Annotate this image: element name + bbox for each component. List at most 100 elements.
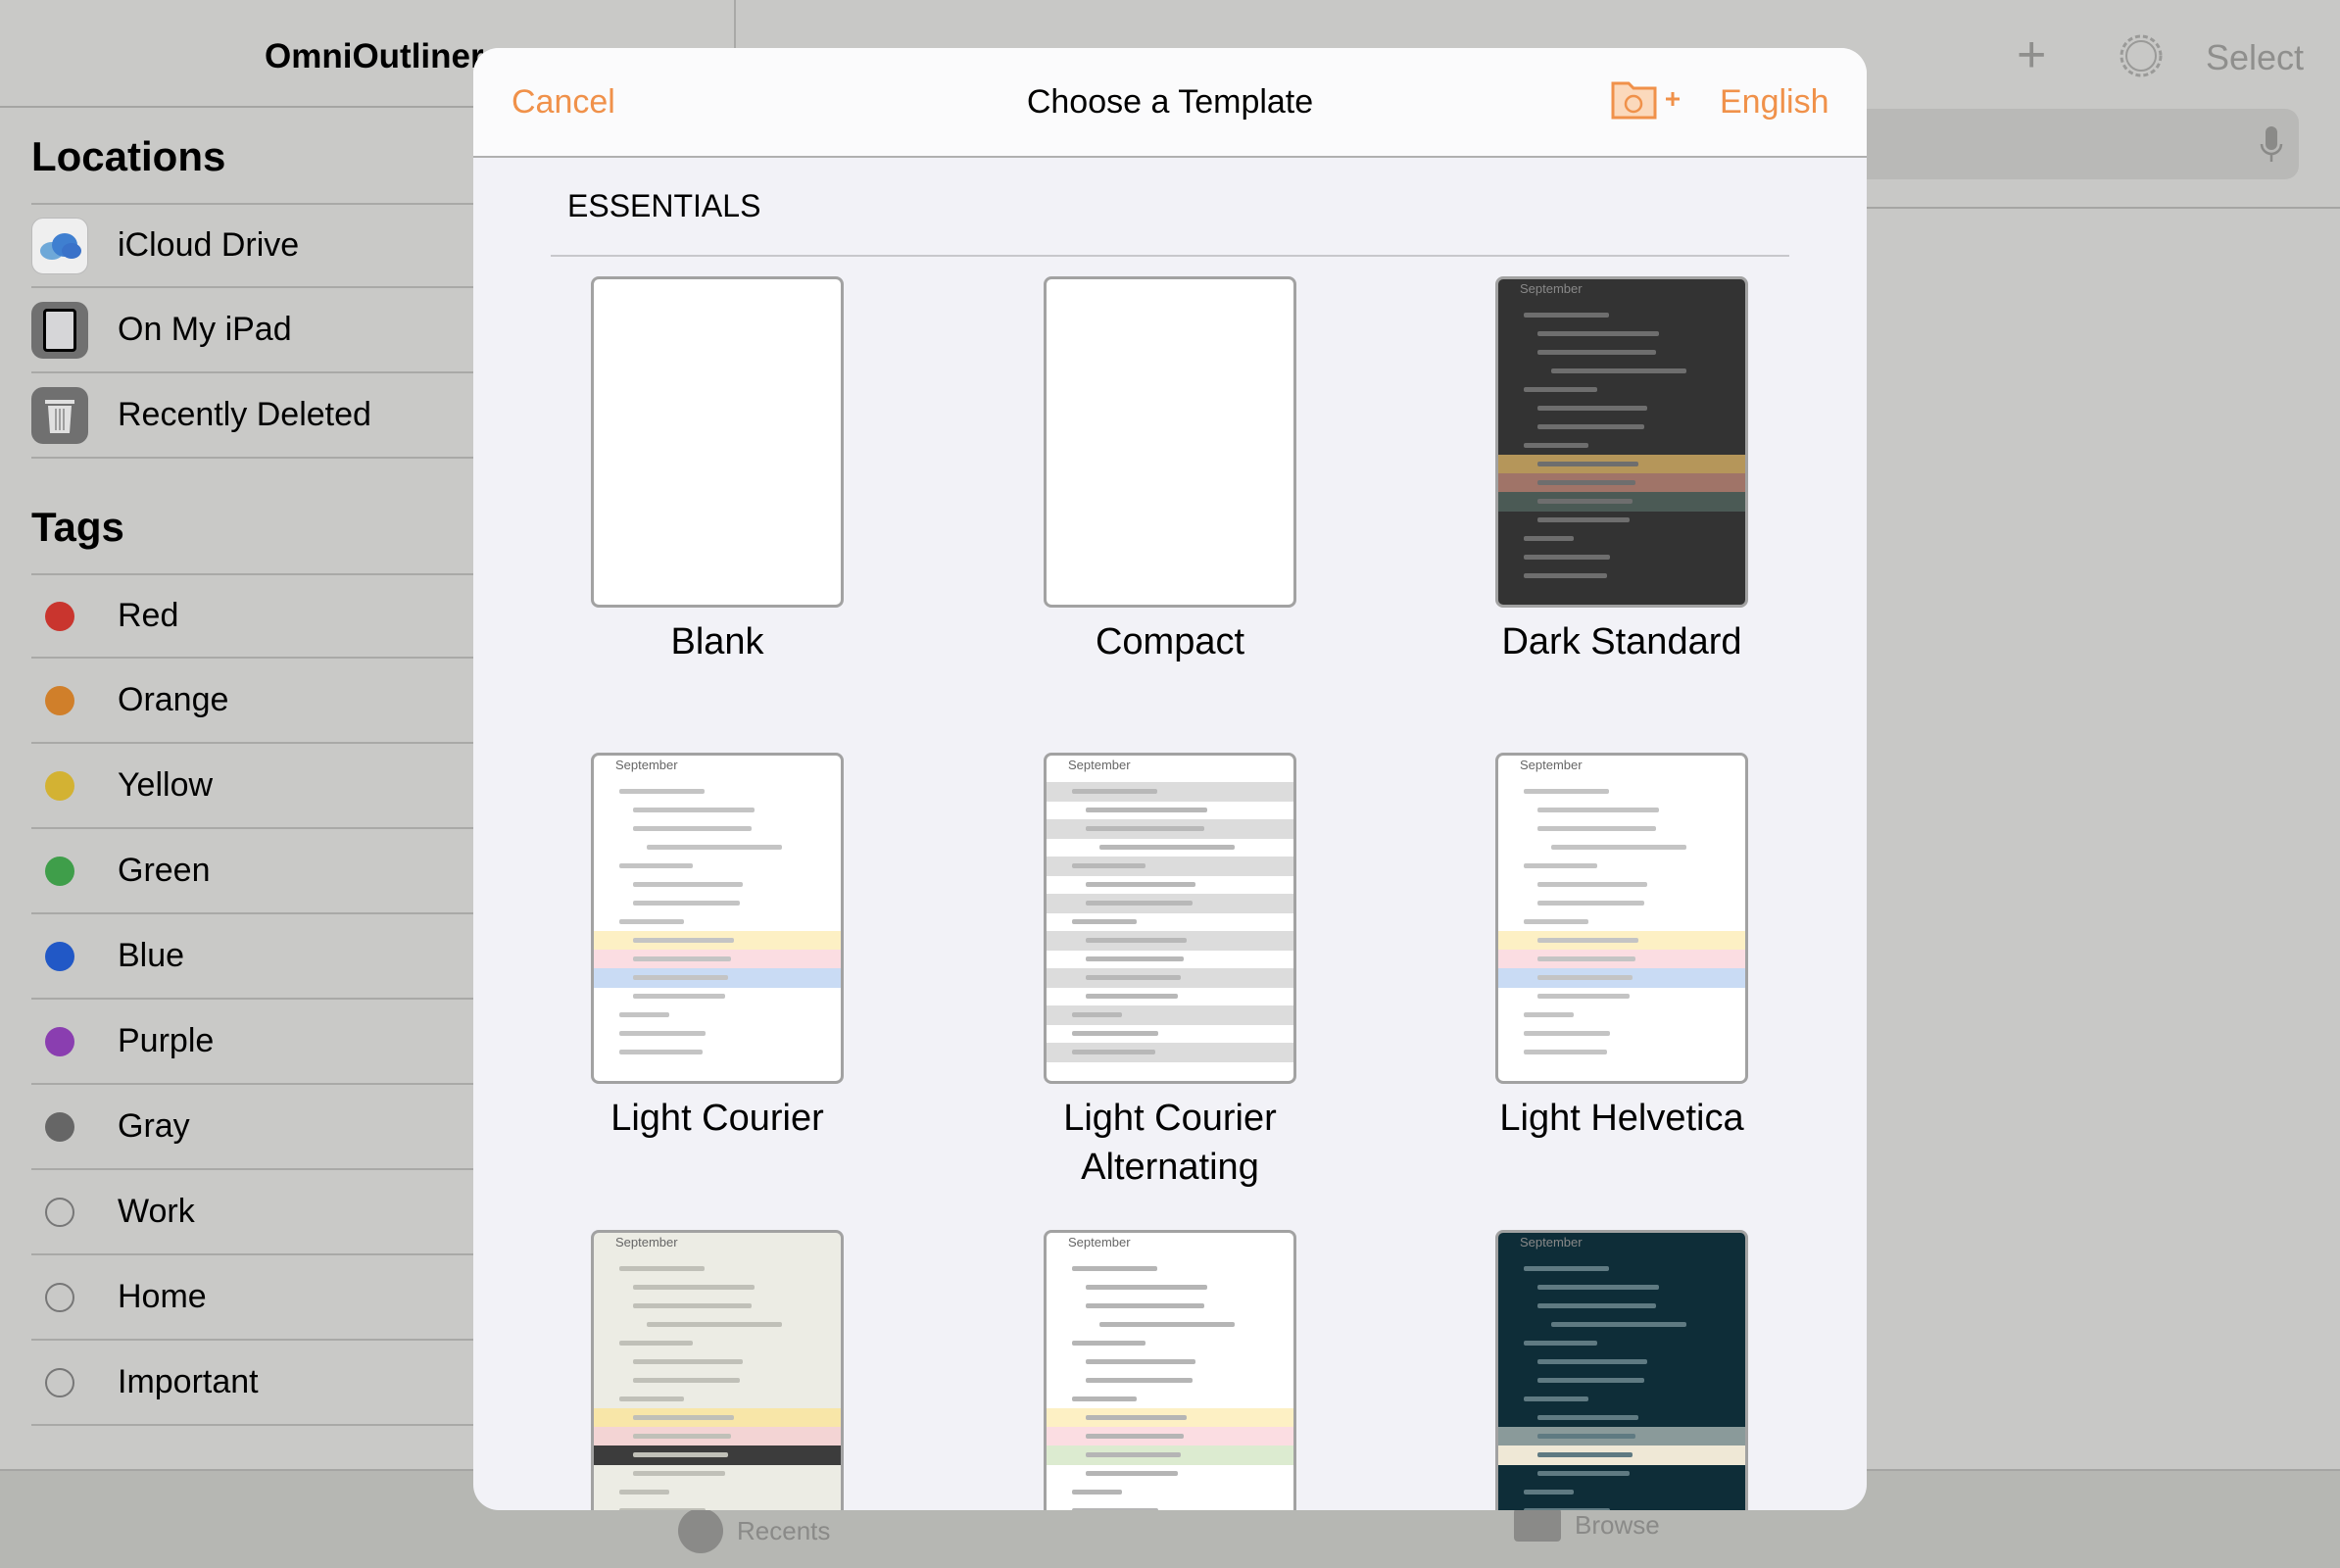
thumb-row	[1498, 492, 1745, 512]
thumb-row	[1047, 1005, 1293, 1025]
tag-color-dot-icon	[45, 856, 74, 886]
thumb-title: September	[1068, 758, 1131, 772]
thumb-row	[1498, 838, 1745, 858]
thumb-row	[1047, 931, 1293, 951]
tag-label: Red	[118, 597, 179, 634]
thumb-row	[1498, 1043, 1745, 1062]
thumb-row	[1047, 1464, 1293, 1484]
plus-icon[interactable]: +	[2017, 25, 2046, 84]
thumb-row	[594, 1352, 841, 1372]
dialog-header: Cancel Choose a Template English	[473, 48, 1867, 158]
template-thumbnail[interactable]: September	[1044, 753, 1296, 1084]
template-light-courier-alternating[interactable]: September Light Courier Alternating	[1044, 753, 1296, 1192]
template-item[interactable]: September	[591, 1230, 844, 1510]
tag-label: Purple	[118, 1022, 215, 1059]
thumb-row	[1498, 566, 1745, 586]
template-thumbnail[interactable]	[591, 276, 844, 608]
section-heading: ESSENTIALS	[567, 188, 761, 223]
trash-icon	[31, 386, 88, 444]
template-blank[interactable]: Blank	[591, 276, 844, 666]
tab-recents-label: Recents	[737, 1515, 831, 1545]
thumb-row	[1047, 987, 1293, 1006]
search-field[interactable]	[1842, 109, 2299, 179]
locations-heading: Locations	[31, 133, 226, 179]
tab-recents[interactable]: Recents	[678, 1508, 830, 1553]
microphone-icon[interactable]	[2260, 126, 2283, 164]
thumb-row	[1498, 1005, 1745, 1025]
tag-color-dot-icon	[45, 1111, 74, 1142]
select-button[interactable]: Select	[2206, 37, 2304, 78]
thumb-row	[1047, 1446, 1293, 1465]
thumb-row	[1498, 1501, 1745, 1510]
tag-color-dot-icon	[45, 1197, 74, 1227]
template-thumbnail[interactable]: September	[1495, 276, 1748, 608]
thumb-row	[1047, 1334, 1293, 1353]
thumb-row	[1498, 1278, 1745, 1298]
thumb-title: September	[1520, 1235, 1583, 1250]
folder-add-icon[interactable]	[1611, 77, 1689, 129]
thumb-row	[1498, 306, 1745, 325]
template-name: Blank	[670, 621, 764, 662]
tag-label: Orange	[118, 681, 229, 718]
thumb-row	[1047, 894, 1293, 913]
app-title: OmniOutliner	[265, 37, 484, 75]
template-name: Dark Standard	[1501, 621, 1742, 662]
thumb-row	[1047, 1501, 1293, 1510]
thumb-row	[1498, 1427, 1745, 1446]
template-light-helvetica[interactable]: September Light Helvetica	[1495, 753, 1748, 1143]
thumb-row	[594, 857, 841, 876]
template-item[interactable]: September	[1044, 1230, 1296, 1510]
tag-color-dot-icon	[45, 1282, 74, 1312]
thumb-row	[594, 1259, 841, 1279]
tag-label: Green	[118, 852, 211, 889]
thumb-row	[594, 1390, 841, 1409]
template-dark-standard[interactable]: September Dark Standard	[1495, 276, 1748, 666]
template-thumbnail[interactable]: September	[1044, 1230, 1296, 1510]
icloud-icon	[31, 217, 88, 274]
thumb-row	[594, 950, 841, 969]
sidebar-item-label: On My iPad	[118, 311, 292, 348]
template-thumbnail[interactable]	[1044, 276, 1296, 608]
template-light-courier[interactable]: September Light Courier	[591, 753, 844, 1143]
thumb-row	[1047, 782, 1293, 802]
thumb-row	[1047, 1427, 1293, 1446]
template-thumbnail[interactable]: September	[591, 753, 844, 1084]
thumb-row	[1047, 1024, 1293, 1044]
thumb-row	[1498, 399, 1745, 418]
thumb-row	[594, 968, 841, 988]
thumb-row	[1498, 819, 1745, 839]
tab-browse[interactable]: Browse	[1514, 1508, 1660, 1542]
thumb-row	[1047, 838, 1293, 858]
template-thumbnail[interactable]: September	[1495, 753, 1748, 1084]
thumb-row	[594, 1334, 841, 1353]
tags-heading: Tags	[31, 504, 124, 550]
thumb-row	[1498, 362, 1745, 381]
thumb-row	[1047, 875, 1293, 895]
thumb-row	[1498, 1390, 1745, 1409]
template-item[interactable]: September	[1495, 1230, 1748, 1510]
template-thumbnail[interactable]: September	[591, 1230, 844, 1510]
thumb-row	[1047, 1352, 1293, 1372]
template-chooser-dialog: Cancel Choose a Template English ESSENTI…	[473, 48, 1867, 1510]
thumb-row	[1498, 324, 1745, 344]
thumb-row	[594, 1043, 841, 1062]
gear-icon[interactable]	[2115, 29, 2168, 91]
tag-color-dot-icon	[45, 770, 74, 801]
thumb-row	[1047, 1278, 1293, 1298]
template-compact[interactable]: Compact	[1044, 276, 1296, 666]
thumb-row	[1498, 1315, 1745, 1335]
language-button[interactable]: English	[1720, 83, 1829, 122]
thumb-row	[1498, 894, 1745, 913]
thumb-row	[1498, 343, 1745, 363]
thumb-row	[1498, 455, 1745, 474]
thumb-row	[1498, 875, 1745, 895]
thumb-row	[1047, 1408, 1293, 1428]
tag-color-dot-icon	[45, 1367, 74, 1397]
thumb-row	[1498, 1352, 1745, 1372]
thumb-row	[594, 1464, 841, 1484]
thumb-row	[1498, 1334, 1745, 1353]
tab-browse-label: Browse	[1575, 1509, 1660, 1540]
template-thumbnail[interactable]: September	[1495, 1230, 1748, 1510]
thumb-row	[1498, 912, 1745, 932]
cancel-button[interactable]: Cancel	[512, 83, 615, 122]
